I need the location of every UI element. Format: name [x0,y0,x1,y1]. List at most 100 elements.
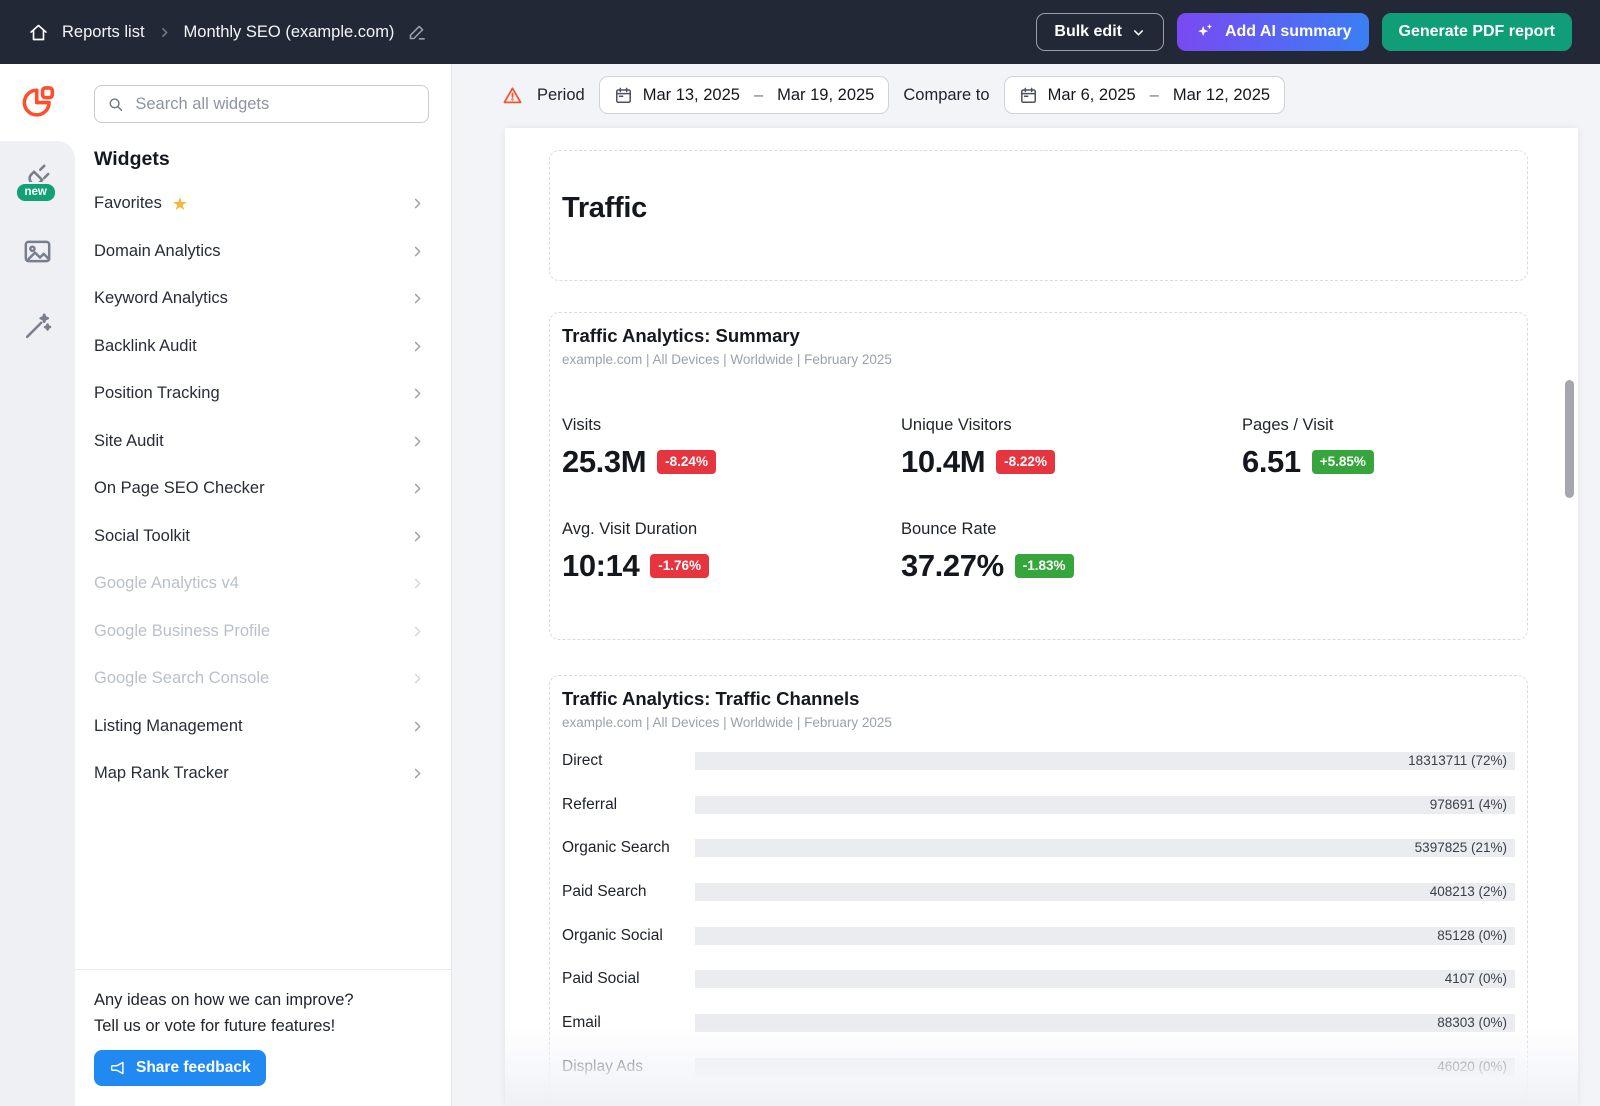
channel-bar-track: 408213 (2%) [695,883,1515,901]
rail-panel: new [0,141,75,1106]
sidebar-item-label: Listing Management [94,717,243,736]
calendar-icon [614,86,633,105]
bulk-edit-button[interactable]: Bulk edit [1036,13,1164,51]
sidebar-item-label: Map Rank Tracker [94,764,229,783]
sidebar-item-label: Social Toolkit [94,527,190,546]
channel-bar-row: Display Ads 46020 (0%) [562,1058,1515,1076]
period-bar: Period Mar 13, 2025 – Mar 19, 2025 Compa… [502,76,1285,114]
sidebar-widget-item[interactable]: Site Audit [75,418,451,466]
search-icon [107,95,124,114]
sidebar-item-label: Google Search Console [94,669,269,688]
top-navbar: Reports list Monthly SEO (example.com) B… [0,0,1600,64]
channel-label: Email [562,1014,695,1032]
sidebar-widget-item[interactable]: Listing Management [75,703,451,751]
feedback-text-line2: Tell us or vote for future features! [94,1013,432,1039]
generate-pdf-button[interactable]: Generate PDF report [1382,13,1572,51]
channel-bar-track: 88303 (0%) [695,1014,1515,1032]
my-reports-pie-icon[interactable] [0,83,75,120]
widget-title: Traffic Analytics: Traffic Channels [562,688,1515,710]
add-ai-summary-button[interactable]: Add AI summary [1177,13,1369,51]
period-from: Mar 13, 2025 [643,86,740,105]
title-widget[interactable]: Traffic [549,150,1528,281]
traffic-channels-widget[interactable]: Traffic Analytics: Traffic Channels exam… [549,675,1528,1106]
sidebar-widget-item[interactable]: Google Business Profile [75,608,451,656]
channel-label: Display Ads [562,1058,695,1076]
sidebar-widget-item[interactable]: Google Search Console [75,655,451,703]
channel-value-label: 408213 (2%) [1430,883,1507,901]
sidebar-widget-item[interactable]: Keyword Analytics [75,275,451,323]
channel-bar-row: Paid Social 4107 (0%) [562,970,1515,988]
metric-delta-badge: -8.24% [657,450,716,474]
calendar-icon [1019,86,1038,105]
sidebar-widget-item[interactable]: Social Toolkit [75,513,451,561]
channel-bar-row: Referral 978691 (4%) [562,796,1515,814]
channel-bar-row: Email 88303 (0%) [562,1014,1515,1032]
vertical-scrollbar-thumb[interactable] [1565,380,1574,498]
channel-bar-track: 85128 (0%) [695,927,1515,945]
sidebar-widget-item[interactable]: Google Analytics v4 [75,560,451,608]
widget-subtitle: example.com | All Devices | Worldwide | … [562,715,1515,730]
breadcrumb-chevron-icon [158,26,171,39]
sidebar-widget-item[interactable]: Position Tracking [75,370,451,418]
metric-block: Bounce Rate 37.27% -1.83% [901,520,1242,584]
metric-block: Avg. Visit Duration 10:14 -1.76% [562,520,901,584]
sidebar-widget-item[interactable]: Map Rank Tracker [75,750,451,798]
channel-value-label: 5397825 (21%) [1415,839,1507,857]
compare-date-range[interactable]: Mar 6, 2025 – Mar 12, 2025 [1004,76,1285,114]
metric-value: 10:14 [562,548,639,584]
metric-block: Pages / Visit 6.51 +5.85% [1242,416,1515,480]
channel-bar-track: 5397825 (21%) [695,839,1515,857]
images-icon[interactable] [21,235,54,268]
channel-label: Organic Social [562,927,695,945]
period-date-range[interactable]: Mar 13, 2025 – Mar 19, 2025 [599,76,890,114]
chevron-right-icon [410,386,425,401]
chevron-right-icon [410,671,425,686]
chevron-right-icon [410,339,425,354]
sidebar-widget-item[interactable]: Backlink Audit [75,323,451,371]
sparkles-icon [1194,21,1216,43]
metric-value: 37.27% [901,548,1004,584]
channel-bar-track: 18313711 (72%) [695,752,1515,770]
channel-value-label: 978691 (4%) [1430,796,1507,814]
sidebar-footer: Any ideas on how we can improve? Tell us… [75,969,451,1106]
metric-label: Bounce Rate [901,520,1242,539]
chevron-right-icon [410,481,425,496]
metric-delta-badge: -8.22% [996,450,1055,474]
reports-list-link[interactable]: Reports list [62,23,145,42]
edit-pencil-icon[interactable] [407,22,427,42]
sidebar-widget-item[interactable]: On Page SEO Checker [75,465,451,513]
channel-label: Paid Social [562,970,695,988]
channel-value-label: 85128 (0%) [1437,927,1507,945]
period-label: Period [537,86,585,105]
widget-search[interactable] [94,85,429,123]
sidebar-item-label: Keyword Analytics [94,289,228,308]
widget-title: Traffic Analytics: Summary [562,325,1515,347]
navbar-actions: Bulk edit Add AI summary Generate PDF re… [1036,13,1572,51]
search-input[interactable] [133,94,416,115]
metric-delta-badge: -1.83% [1015,554,1074,578]
chevron-right-icon [410,244,425,259]
channel-label: Referral [562,796,695,814]
sidebar-widget-item[interactable]: Favorites★ [75,180,451,228]
home-icon[interactable] [28,22,49,43]
share-feedback-button[interactable]: Share feedback [94,1050,266,1086]
magic-wand-icon[interactable] [21,310,54,343]
metric-delta-badge: +5.85% [1312,450,1374,474]
integrations-plug-icon[interactable]: new [21,159,55,193]
chevron-right-icon [410,434,425,449]
widget-list: Favorites★ Domain Analytics Keyword Anal… [75,180,451,798]
sidebar-item-label: Position Tracking [94,384,220,403]
channel-bar-track: 978691 (4%) [695,796,1515,814]
warning-icon [502,85,523,106]
channel-value-label: 18313711 (72%) [1408,752,1507,770]
metric-block: Visits 25.3M -8.24% [562,416,901,480]
metric-label: Visits [562,416,901,435]
chevron-down-icon [1131,25,1146,40]
channel-bar-row: Organic Social 85128 (0%) [562,927,1515,945]
traffic-summary-widget[interactable]: Traffic Analytics: Summary example.com |… [549,312,1528,640]
sidebar-widget-item[interactable]: Domain Analytics [75,228,451,276]
compare-to-label: Compare to [903,86,989,105]
metric-value: 6.51 [1242,444,1301,480]
metric-label: Avg. Visit Duration [562,520,901,539]
chevron-right-icon [410,719,425,734]
